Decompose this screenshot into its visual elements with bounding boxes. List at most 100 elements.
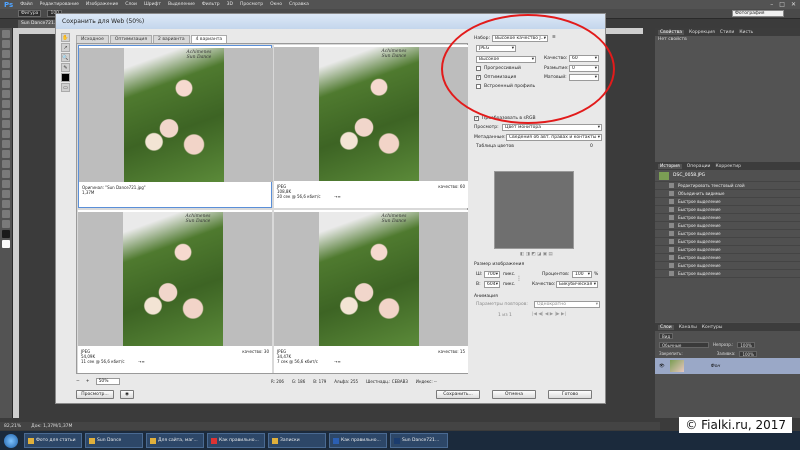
slice-select-icon[interactable]: ↗ [61, 43, 70, 52]
tab-properties[interactable]: Свойства [658, 29, 684, 35]
background-color-swatch[interactable] [2, 240, 10, 248]
preview-pane-q15[interactable]: Achimenes Sun Dance JPEG 34,47K 7 сек @ … [274, 210, 468, 373]
zoom-tool-icon[interactable] [2, 220, 10, 228]
tab-styles[interactable]: Стили [720, 30, 735, 35]
animation-controls[interactable]: |◀ ◀| ◀ ▶ |▶ ▶| [532, 312, 566, 317]
resample-select[interactable]: Бикубическая [556, 281, 598, 288]
quick-select-tool-icon[interactable] [2, 60, 10, 68]
shape-tool-icon[interactable] [2, 200, 10, 208]
workspace-select[interactable]: Фотография [732, 10, 784, 17]
menu-image[interactable]: Изображение [86, 2, 118, 7]
close-icon[interactable]: ✕ [791, 1, 796, 8]
history-item[interactable]: Быстрое выделение [655, 254, 800, 262]
preview-button[interactable]: Просмотр... [76, 390, 114, 399]
browser-select-button[interactable]: ◉ [120, 390, 134, 399]
fill-field[interactable]: 100% [739, 350, 757, 357]
path-select-tool-icon[interactable] [2, 190, 10, 198]
history-snapshot[interactable]: DSC_0058.JPG [655, 170, 800, 182]
cancel-button[interactable]: Отмена [492, 390, 536, 399]
height-field[interactable]: 604 [484, 281, 500, 288]
pen-tool-icon[interactable] [2, 170, 10, 178]
tab-corrections[interactable]: Корректир [715, 164, 741, 169]
tab-layers[interactable]: Слои [658, 324, 674, 330]
menu-type[interactable]: Шрифт [144, 2, 161, 7]
preview-pane-q60[interactable]: Achimenes Sun Dance JPEG 108,8K 20 сек @… [274, 45, 468, 208]
preview-pane-original[interactable]: Achimenes Sun Dance Оригинал: "Sun Dance… [78, 45, 273, 208]
save-button[interactable]: Сохранить... [436, 390, 480, 399]
menu-view[interactable]: Просмотр [240, 2, 263, 7]
done-button[interactable]: Готово [548, 390, 592, 399]
zoom-level[interactable]: 82,21% [4, 424, 21, 429]
metadata-select[interactable]: Сведения об авт. правах и контакты [506, 134, 602, 141]
hand-tool-icon[interactable] [2, 210, 10, 218]
history-brush-tool-icon[interactable] [2, 120, 10, 128]
tab-actions[interactable]: Операции [687, 164, 711, 169]
menu-select[interactable]: Выделение [168, 2, 195, 7]
taskbar-item[interactable]: Sun Dance721... [390, 433, 448, 448]
preview-pane-q30[interactable]: Achimenes Sun Dance JPEG 54,09K 11 сек @… [78, 210, 272, 373]
history-item[interactable]: Быстрое выделение [655, 230, 800, 238]
menu-help[interactable]: Справка [289, 2, 309, 7]
taskbar-item[interactable]: Как правильно... [329, 433, 387, 448]
marquee-tool-icon[interactable] [2, 40, 10, 48]
menu-window[interactable]: Окно [270, 2, 282, 7]
type-tool-icon[interactable] [2, 180, 10, 188]
tab-history[interactable]: История [658, 163, 682, 169]
history-item[interactable]: Быстрое выделение [655, 214, 800, 222]
width-field[interactable]: 700 [484, 271, 500, 278]
tab-channels[interactable]: Каналы [679, 325, 697, 330]
history-item[interactable]: Быстрое выделение [655, 206, 800, 214]
zoom-icon[interactable]: 🔍 [61, 53, 70, 62]
eyedropper-tool-icon[interactable] [2, 80, 10, 88]
eraser-tool-icon[interactable] [2, 130, 10, 138]
taskbar-item[interactable]: Как правильно... [207, 433, 265, 448]
taskbar-item[interactable]: Записки [268, 433, 326, 448]
menu-filter[interactable]: Фильтр [202, 2, 220, 7]
brush-tool-icon[interactable] [2, 100, 10, 108]
eye-icon[interactable]: 👁 [659, 364, 665, 369]
taskbar-item[interactable]: Для сайта, маг... [146, 433, 204, 448]
gradient-tool-icon[interactable] [2, 140, 10, 148]
hand-icon[interactable]: ✋ [61, 33, 70, 42]
taskbar-item[interactable]: Фото для статьи [24, 433, 82, 448]
menu-file[interactable]: Файл [20, 2, 32, 7]
history-item[interactable]: Быстрое выделение [655, 198, 800, 206]
lasso-tool-icon[interactable] [2, 50, 10, 58]
link-icon[interactable]: ⫶ [518, 275, 520, 284]
start-button[interactable] [4, 433, 18, 448]
taskbar-item[interactable]: Sun Dance [85, 433, 143, 448]
dodge-tool-icon[interactable] [2, 160, 10, 168]
history-item[interactable]: Быстрое выделение [655, 262, 800, 270]
color-table-swatches[interactable] [494, 171, 574, 249]
history-item[interactable]: Быстрое выделение [655, 238, 800, 246]
zoom-out-icon[interactable]: − [76, 379, 80, 384]
zoom-select[interactable]: 50% [95, 378, 120, 385]
layer-kind-filter[interactable]: Вид [659, 332, 674, 339]
crop-tool-icon[interactable] [2, 70, 10, 78]
menu-3d[interactable]: 3D [227, 2, 233, 7]
shape-mode-select[interactable]: Фигура [18, 10, 42, 17]
maximize-icon[interactable]: □ [779, 1, 785, 8]
zoom-in-icon[interactable]: + [86, 379, 90, 384]
stamp-tool-icon[interactable] [2, 110, 10, 118]
healing-tool-icon[interactable] [2, 90, 10, 98]
toggle-slices-icon[interactable]: ▭ [61, 83, 70, 92]
tab-paths[interactable]: Контуры [702, 325, 723, 330]
preview-select[interactable]: Цвет монитора [502, 124, 602, 131]
eyedropper-icon[interactable]: ✎ [61, 63, 70, 72]
history-item[interactable]: Объединить видимые [655, 190, 800, 198]
color-table-tools[interactable]: ◧ ◨ ◩ ◪ ▣ ▤ [520, 252, 553, 257]
blend-mode-select[interactable]: Обычные [659, 341, 709, 348]
eyedropper-color-swatch[interactable] [61, 73, 70, 82]
loop-select[interactable]: Однократно [534, 301, 600, 308]
history-item[interactable]: Быстрое выделение [655, 246, 800, 254]
menu-layers[interactable]: Слои [125, 2, 137, 7]
history-item[interactable]: Быстрое выделение [655, 222, 800, 230]
blur-tool-icon[interactable] [2, 150, 10, 158]
history-item[interactable]: Редактировать текстовый слой [655, 182, 800, 190]
layer-row-background[interactable]: 👁 Фон [655, 358, 800, 374]
minimize-icon[interactable]: – [770, 1, 773, 8]
menu-edit[interactable]: Редактирование [40, 2, 79, 7]
move-tool-icon[interactable] [2, 30, 10, 38]
tab-brush[interactable]: Кисть [739, 30, 753, 35]
